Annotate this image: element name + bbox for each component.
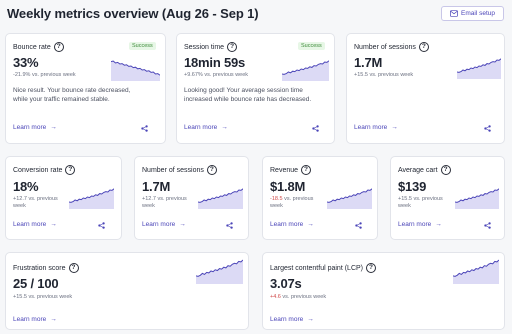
learn-more-link[interactable]: Learn more → <box>270 316 314 323</box>
card-number-of-sessions-2: Number of sessions? 1.7M +12.7 vs. previ… <box>134 156 249 240</box>
card-title: Largest contentful paint (LCP)? <box>270 263 376 273</box>
learn-more-link[interactable]: Learn more → <box>13 316 57 323</box>
card-conversion-rate: Conversion rate? 18% +12.7 vs. previous w… <box>5 156 122 240</box>
card-bounce-rate: Bounce rate? Success 33% -21.9% vs. prev… <box>5 33 166 144</box>
delta-text: +15.5 vs. previous week <box>398 196 443 209</box>
sparkline <box>457 58 501 79</box>
delta-text: +15.5 vs. previous week <box>13 294 73 300</box>
metric-value: 1.7M <box>354 55 383 70</box>
card-title: Revenue? <box>270 165 312 175</box>
learn-more-link[interactable]: Learn more → <box>270 221 314 228</box>
metric-value: 18% <box>13 179 39 194</box>
arrow-right-icon: → <box>221 124 228 131</box>
help-icon[interactable]: ? <box>301 165 312 175</box>
sparkline <box>327 188 372 209</box>
help-icon[interactable]: ? <box>227 42 238 52</box>
sparkline <box>111 60 160 81</box>
share-icon[interactable] <box>141 125 148 132</box>
delta-text: +15.5 vs. previous week <box>354 72 414 78</box>
sparkline <box>282 60 329 81</box>
delta-text: +12.7 vs. previous week <box>142 196 187 209</box>
sparkline <box>455 188 499 209</box>
metric-value: 3.07s <box>270 276 302 291</box>
learn-more-link[interactable]: Learn more → <box>398 221 442 228</box>
sparkline <box>69 188 114 209</box>
share-icon[interactable] <box>355 222 362 229</box>
mail-icon <box>450 10 458 17</box>
description: Nice result. Your bounce rate decreased,… <box>13 87 131 103</box>
learn-more-link[interactable]: Learn more → <box>13 124 57 131</box>
learn-more-link[interactable]: Learn more → <box>184 124 228 131</box>
help-icon[interactable]: ? <box>440 165 451 175</box>
card-lcp: Largest contentful paint (LCP)? 3.07s +4… <box>262 252 505 330</box>
help-icon[interactable]: ? <box>53 42 64 52</box>
metric-value: 33% <box>13 55 39 70</box>
metric-value: $139 <box>398 179 427 194</box>
help-icon[interactable]: ? <box>366 263 376 273</box>
card-title: Session time? <box>184 42 238 52</box>
card-number-of-sessions: Number of sessions? 1.7M +15.5 vs. previ… <box>346 33 505 144</box>
card-average-cart: Average cart? $139 +15.5 vs. previous wee… <box>390 156 505 240</box>
share-icon[interactable] <box>98 222 105 229</box>
share-icon[interactable] <box>312 125 319 132</box>
arrow-right-icon: → <box>50 221 57 228</box>
learn-more-link[interactable]: Learn more → <box>13 221 57 228</box>
arrow-right-icon: → <box>307 316 314 323</box>
learn-more-link[interactable]: Learn more → <box>354 124 398 131</box>
card-revenue: Revenue? $1.8M -18.5 vs. previous week Le… <box>262 156 378 240</box>
arrow-right-icon: → <box>50 124 57 131</box>
card-title: Bounce rate? <box>13 42 64 52</box>
sparkline <box>198 188 243 209</box>
arrow-right-icon: → <box>50 316 57 323</box>
card-title: Conversion rate? <box>13 165 76 175</box>
description: Looking good! Your average session time i… <box>184 87 312 103</box>
learn-more-link[interactable]: Learn more → <box>142 221 186 228</box>
help-icon[interactable]: ? <box>65 165 76 175</box>
sparkline-area <box>111 61 160 81</box>
card-title: Number of sessions? <box>142 165 217 175</box>
arrow-right-icon: → <box>391 124 398 131</box>
arrow-right-icon: → <box>435 221 442 228</box>
card-session-time: Session time? Success 18min 59s +9.67% v… <box>176 33 335 144</box>
card-title: Number of sessions? <box>354 42 429 52</box>
email-setup-button[interactable]: Email setup <box>441 6 504 21</box>
sparkline <box>196 259 243 284</box>
metric-value: 1.7M <box>142 179 171 194</box>
delta-text: -21.9% vs. previous week <box>13 72 76 78</box>
delta-text: +9.67% vs. previous week <box>184 72 249 78</box>
status-badge: Success <box>129 42 156 50</box>
share-icon[interactable] <box>226 222 233 229</box>
status-badge: Success <box>298 42 325 50</box>
metric-value: 18min 59s <box>184 55 246 70</box>
help-icon[interactable]: ? <box>418 42 429 52</box>
sparkline <box>453 259 499 284</box>
page-title: Weekly metrics overview (Aug 26 - Sep 1) <box>7 6 259 21</box>
metric-value: $1.8M <box>270 179 306 194</box>
share-icon[interactable] <box>484 222 491 229</box>
metric-value: 25 / 100 <box>13 276 59 291</box>
delta-text: -18.5 vs. previous week <box>270 196 314 209</box>
card-title: Average cart? <box>398 165 451 175</box>
share-icon[interactable] <box>484 125 491 132</box>
card-title: Frustration score? <box>13 263 79 273</box>
help-icon[interactable]: ? <box>206 165 217 175</box>
arrow-right-icon: → <box>307 221 314 228</box>
delta-text: +12.7 vs. previous week <box>13 196 58 209</box>
delta-text: +4.6 vs. previous week <box>270 294 327 300</box>
email-setup-label: Email setup <box>461 10 495 17</box>
arrow-right-icon: → <box>179 221 186 228</box>
card-frustration-score: Frustration score? 25 / 100 +15.5 vs. pr… <box>5 252 249 330</box>
help-icon[interactable]: ? <box>68 263 79 273</box>
